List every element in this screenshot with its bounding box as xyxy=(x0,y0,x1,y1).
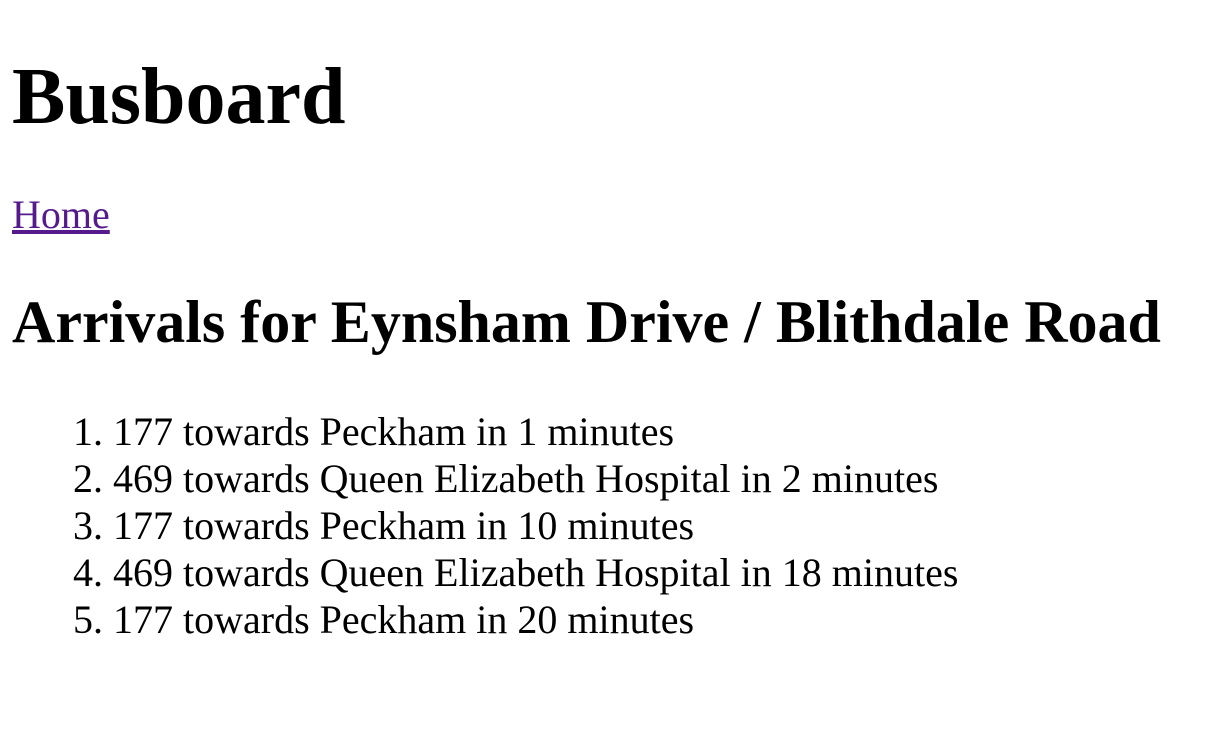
arrivals-heading: Arrivals for Eynsham Drive / Blithdale R… xyxy=(12,289,1161,355)
arrival-item: 469 towards Queen Elizabeth Hospital in … xyxy=(113,455,958,502)
arrival-item: 177 towards Peckham in 1 minutes xyxy=(113,408,958,455)
page-title: Busboard xyxy=(12,53,346,141)
arrival-item: 177 towards Peckham in 20 minutes xyxy=(113,596,958,643)
arrivals-list: 177 towards Peckham in 1 minutes 469 tow… xyxy=(12,408,958,643)
home-link[interactable]: Home xyxy=(12,192,110,238)
arrival-item: 177 towards Peckham in 10 minutes xyxy=(113,502,958,549)
arrival-item: 469 towards Queen Elizabeth Hospital in … xyxy=(113,549,958,596)
